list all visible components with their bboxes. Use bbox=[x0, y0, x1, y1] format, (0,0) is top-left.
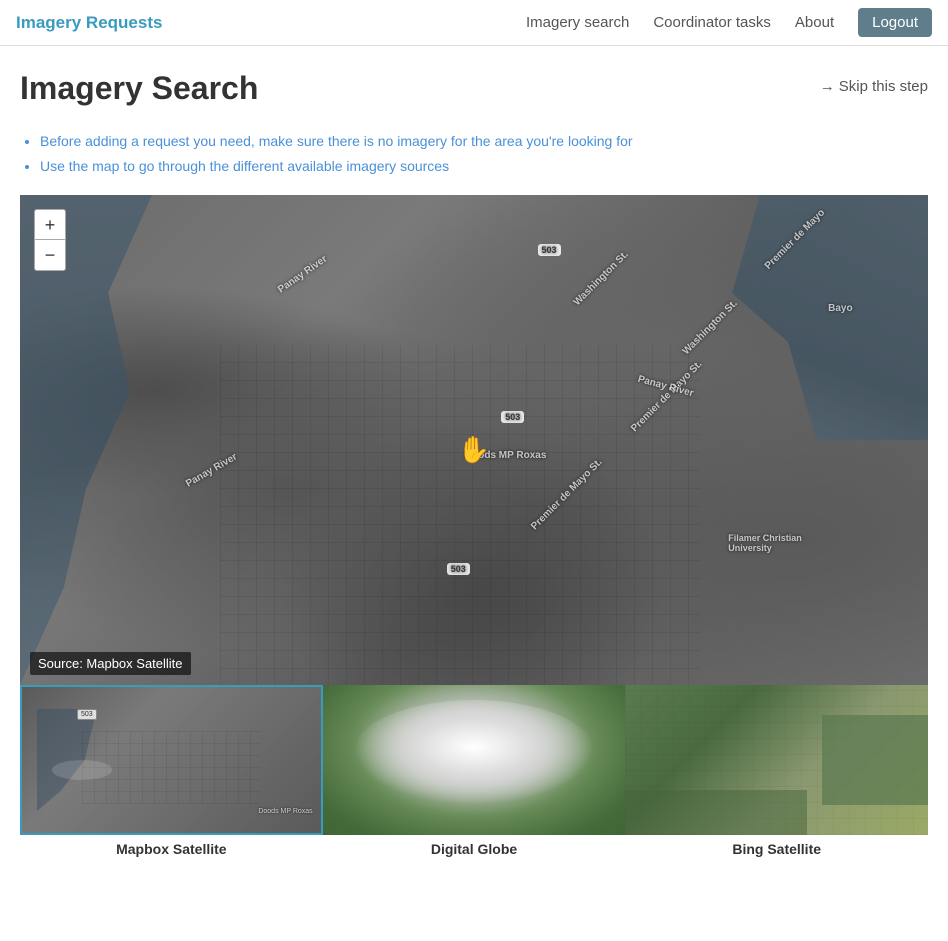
navbar: Imagery Requests Imagery search Coordina… bbox=[0, 0, 948, 46]
map-cursor-icon: ✋ bbox=[458, 434, 490, 465]
thumb-satellite-bg: 503 Doods MP Roxas bbox=[22, 687, 321, 833]
thumbnail-label-digital: Digital Globe bbox=[431, 841, 517, 857]
skip-label: Skip this step bbox=[839, 78, 928, 95]
map-container[interactable]: Panay River Panay River Washington St. W… bbox=[20, 195, 928, 685]
logout-button[interactable]: Logout bbox=[858, 8, 932, 37]
nav-about[interactable]: About bbox=[795, 14, 834, 31]
thumbnail-mapbox[interactable]: 503 Doods MP Roxas Mapbox Satellite bbox=[20, 685, 323, 857]
page-content: Imagery Search → Skip this step Before a… bbox=[0, 46, 948, 877]
urban-grid-overlay bbox=[220, 345, 700, 685]
zoom-out-button[interactable]: − bbox=[35, 240, 65, 270]
skip-step-link[interactable]: → Skip this step bbox=[820, 70, 928, 95]
thumbnail-row: 503 Doods MP Roxas Mapbox Satellite Digi… bbox=[20, 685, 928, 857]
thumbnail-bing[interactable]: Bing Satellite bbox=[625, 685, 928, 857]
thumb-digital-bg bbox=[323, 685, 626, 835]
thumb-bing-bg bbox=[625, 685, 928, 835]
navbar-brand[interactable]: Imagery Requests bbox=[16, 13, 162, 33]
page-header: Imagery Search → Skip this step bbox=[20, 70, 928, 107]
page-title: Imagery Search bbox=[20, 70, 258, 107]
thumbnail-digital[interactable]: Digital Globe bbox=[323, 685, 626, 857]
instruction-item: Before adding a request you need, make s… bbox=[40, 131, 928, 152]
navbar-links: Imagery search Coordinator tasks About L… bbox=[526, 8, 932, 37]
thumbnail-img-mapbox[interactable]: 503 Doods MP Roxas bbox=[20, 685, 323, 835]
instruction-item: Use the map to go through the different … bbox=[40, 156, 928, 177]
zoom-in-button[interactable]: + bbox=[35, 210, 65, 240]
instructions-list: Before adding a request you need, make s… bbox=[20, 131, 928, 177]
thumbnail-img-bing[interactable] bbox=[625, 685, 928, 835]
thumbnail-label-mapbox: Mapbox Satellite bbox=[116, 841, 226, 857]
map-controls: + − bbox=[34, 209, 66, 271]
thumbnail-label-bing: Bing Satellite bbox=[732, 841, 821, 857]
nav-imagery-search[interactable]: Imagery search bbox=[526, 14, 629, 31]
thumbnail-img-digital[interactable] bbox=[323, 685, 626, 835]
nav-coordinator-tasks[interactable]: Coordinator tasks bbox=[653, 14, 771, 31]
map-source-label: Source: Mapbox Satellite bbox=[30, 652, 191, 675]
skip-arrow: → bbox=[820, 78, 835, 95]
